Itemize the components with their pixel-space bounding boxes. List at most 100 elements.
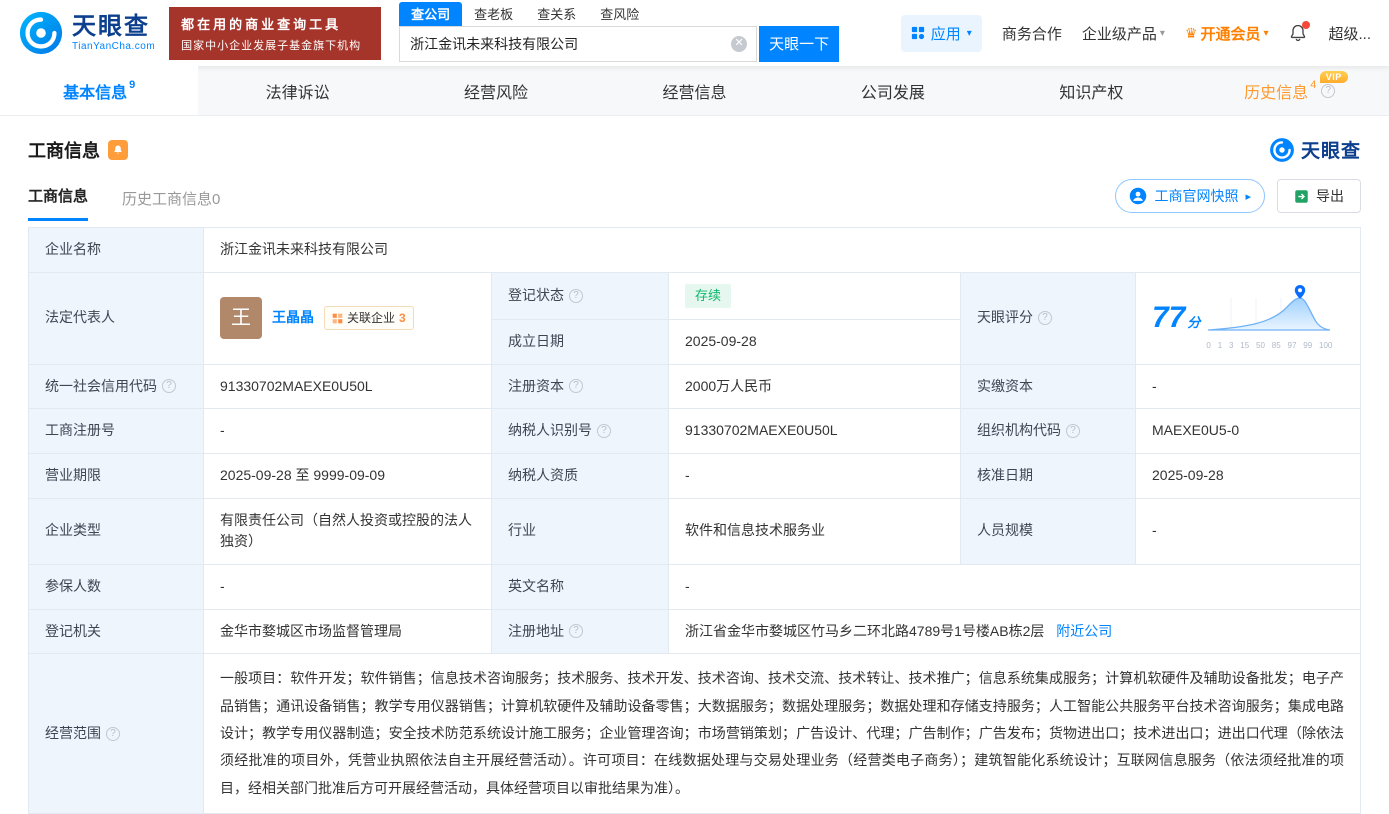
industry-label: 行业 bbox=[491, 497, 669, 565]
help-icon[interactable]: ? bbox=[106, 726, 120, 741]
tab-intellectual-property[interactable]: 知识产权 bbox=[992, 66, 1190, 115]
legal-rep-label: 法定代表人 bbox=[28, 271, 204, 365]
paid-capital-value: - bbox=[1135, 363, 1361, 410]
tab-count: 4 bbox=[1310, 78, 1317, 91]
row-term: 营业期限 2025-09-28 至 9999-09-09 纳税人资质 - 核准日… bbox=[28, 452, 1361, 499]
apps-menu[interactable]: 应用 ▾ bbox=[900, 14, 982, 52]
industry-value: 软件和信息技术服务业 bbox=[668, 497, 961, 565]
export-icon bbox=[1295, 189, 1308, 203]
official-snapshot-button[interactable]: 工商官网快照 ▸ bbox=[1115, 179, 1265, 213]
row-credit-code: 统一社会信用代码 ? 91330702MAEXE0U50L 注册资本 ? 200… bbox=[28, 363, 1361, 410]
org-code-label: 组织机构代码 ? bbox=[960, 408, 1136, 454]
help-icon[interactable]: ? bbox=[569, 379, 583, 394]
legal-rep-avatar[interactable]: 王 bbox=[220, 297, 262, 340]
establish-date-label: 成立日期 bbox=[491, 318, 669, 365]
search-tab-risk[interactable]: 查风险 bbox=[588, 2, 651, 26]
help-icon[interactable]: ? bbox=[1066, 424, 1080, 439]
search-tab-relation[interactable]: 查关系 bbox=[525, 2, 588, 26]
score-value[interactable]: 77 分 01 3 15 50 85 97 99 100 bbox=[1135, 271, 1361, 365]
subtab-row: 工商信息 历史工商信息0 工商官网快照 ▸ 导出 bbox=[0, 167, 1389, 221]
export-button[interactable]: 导出 bbox=[1277, 179, 1361, 213]
row-reg-no: 工商注册号 - 纳税人识别号 ? 91330702MAEXE0U50L 组织机构… bbox=[28, 408, 1361, 454]
enterprise-product-link[interactable]: 企业级产品 ▾ bbox=[1082, 23, 1165, 44]
reg-capital-label: 注册资本 ? bbox=[491, 363, 669, 410]
tianyancha-logo-icon bbox=[19, 11, 63, 55]
establish-date-value: 2025-09-28 bbox=[668, 318, 961, 365]
vip-badge: VIP bbox=[1319, 71, 1348, 83]
business-cooperation-link[interactable]: 商务合作 bbox=[1002, 23, 1062, 44]
help-icon[interactable]: ? bbox=[1038, 311, 1052, 326]
term-value: 2025-09-28 至 9999-09-09 bbox=[203, 452, 492, 499]
search-tabs: 查公司 查老板 查关系 查风险 bbox=[399, 1, 839, 26]
score-label: 天眼评分 ? bbox=[960, 271, 1136, 365]
logo-title: 天眼查 bbox=[72, 13, 150, 41]
help-icon[interactable]: ? bbox=[569, 624, 583, 639]
search-button[interactable]: 天眼一下 bbox=[759, 25, 840, 62]
reg-no-label: 工商注册号 bbox=[28, 408, 204, 454]
score-axis: 01 3 15 50 85 97 99 100 bbox=[1206, 340, 1333, 350]
tab-operation-risk[interactable]: 经营风险 bbox=[397, 66, 595, 115]
taxpayer-no-label: 纳税人识别号 ? bbox=[491, 408, 669, 454]
subtab-business-info[interactable]: 工商信息 bbox=[28, 185, 89, 221]
nearby-companies-link[interactable]: 附近公司 bbox=[1056, 623, 1112, 639]
insured-num-label: 参保人数 bbox=[28, 563, 204, 610]
credit-code-value: 91330702MAEXE0U50L bbox=[203, 363, 492, 410]
company-name-label: 企业名称 bbox=[28, 227, 204, 273]
staff-size-label: 人员规模 bbox=[960, 497, 1136, 565]
help-icon[interactable]: ? bbox=[162, 379, 176, 394]
org-code-value: MAEXE0U5-0 bbox=[1135, 408, 1361, 454]
section-head: 工商信息 天眼查 bbox=[0, 116, 1389, 167]
apps-grid-icon bbox=[911, 26, 924, 40]
search-box: ✕ bbox=[399, 25, 758, 62]
legal-rep-link[interactable]: 王晶晶 bbox=[272, 307, 314, 329]
notification-dot bbox=[1302, 21, 1311, 29]
help-icon[interactable]: ? bbox=[597, 424, 611, 439]
tab-count: 9 bbox=[129, 78, 136, 91]
promo-banner: 都在用的商业查询工具 国家中小企业发展子基金旗下机构 bbox=[169, 6, 382, 60]
clear-search-icon[interactable]: ✕ bbox=[731, 35, 748, 52]
related-companies-icon bbox=[332, 313, 343, 323]
term-label: 营业期限 bbox=[28, 452, 204, 499]
english-name-value: - bbox=[668, 563, 1361, 610]
tab-legal-litigation[interactable]: 法律诉讼 bbox=[198, 66, 396, 115]
address-label: 注册地址 ? bbox=[491, 608, 669, 655]
super-vip-link[interactable]: 超级... bbox=[1328, 23, 1371, 44]
help-icon[interactable]: ? bbox=[569, 288, 583, 303]
row-company-name: 企业名称 浙江金讯未来科技有限公司 bbox=[28, 227, 1361, 273]
row-reg-org: 登记机关 金华市婺城区市场监督管理局 注册地址 ? 浙江省金华市婺城区竹马乡二环… bbox=[28, 608, 1361, 655]
reg-status-value: 存续 bbox=[668, 271, 961, 320]
taxpayer-quality-value: - bbox=[668, 452, 961, 499]
tab-history-info[interactable]: 历史信息 4 ? VIP bbox=[1191, 66, 1389, 115]
insured-num-value: - bbox=[203, 563, 492, 610]
business-info-table: 企业名称 浙江金讯未来科技有限公司 法定代表人 王 王晶晶 关联企业 3 登记状… bbox=[28, 227, 1361, 814]
notification-bell-icon[interactable] bbox=[1288, 21, 1311, 43]
tianyancha-watermark: 天眼查 bbox=[1269, 136, 1361, 163]
chevron-right-icon: ▸ bbox=[1245, 190, 1251, 203]
search-input[interactable] bbox=[400, 26, 757, 61]
subtab-history-business-info[interactable]: 历史工商信息0 bbox=[122, 188, 220, 221]
reg-org-value: 金华市婺城区市场监督管理局 bbox=[203, 608, 492, 655]
address-value: 浙江省金华市婺城区竹马乡二环北路4789号1号楼AB栋2层 附近公司 bbox=[668, 608, 1361, 655]
subscribe-bell-icon[interactable] bbox=[108, 139, 128, 160]
related-companies-tag[interactable]: 关联企业 3 bbox=[324, 305, 414, 331]
help-icon[interactable]: ? bbox=[1321, 83, 1336, 98]
row-legal-rep: 法定代表人 王 王晶晶 关联企业 3 登记状态 ? 存续 天眼评分 ? 77 分… bbox=[28, 271, 1361, 365]
scope-label: 经营范围 ? bbox=[28, 653, 204, 814]
tab-operation-info[interactable]: 经营信息 bbox=[595, 66, 793, 115]
search-area: 查公司 查老板 查关系 查风险 ✕ 天眼一下 bbox=[399, 1, 840, 62]
apps-label: 应用 bbox=[930, 25, 961, 43]
chevron-down-icon: ▾ bbox=[1263, 27, 1269, 39]
company-name-value: 浙江金讯未来科技有限公司 bbox=[203, 227, 1361, 273]
score-curve-chart: 01 3 15 50 85 97 99 100 bbox=[1206, 284, 1332, 352]
tianyancha-logo[interactable]: 天眼查 TianYanCha.com bbox=[18, 10, 155, 56]
score-number: 77 bbox=[1152, 300, 1186, 334]
search-tab-boss[interactable]: 查老板 bbox=[462, 2, 525, 26]
status-badge: 存续 bbox=[685, 283, 732, 308]
tab-basic-info[interactable]: 基本信息 9 bbox=[0, 66, 199, 115]
search-tab-company[interactable]: 查公司 bbox=[399, 1, 463, 26]
tab-company-development[interactable]: 公司发展 bbox=[794, 66, 992, 115]
section-title: 工商信息 bbox=[28, 140, 100, 161]
snapshot-person-icon bbox=[1130, 187, 1147, 205]
vip-upgrade-link[interactable]: ♛ 开通会员 ▾ bbox=[1185, 23, 1269, 44]
approve-date-value: 2025-09-28 bbox=[1135, 452, 1361, 499]
